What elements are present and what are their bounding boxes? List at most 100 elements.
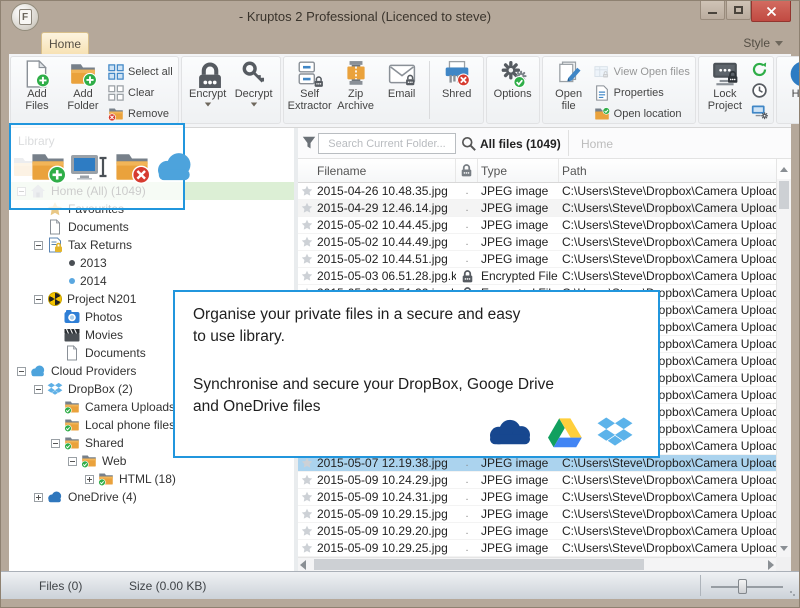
zoom-slider-track[interactable] (711, 586, 783, 588)
table-row[interactable]: 2015-05-03 06.51.28.jpg.k2pEncrypted Fil… (298, 268, 776, 285)
tree-item-tax-returns[interactable]: Tax Returns (9, 236, 294, 254)
row-star-cell[interactable] (298, 523, 314, 539)
expand-toggle-icon[interactable] (34, 295, 43, 304)
open-location-button[interactable]: Open location (592, 103, 692, 124)
table-row[interactable]: 2015-05-09 10.29.20.jpg.JPEG imageC:\Use… (298, 523, 776, 540)
table-row[interactable]: 2015-05-09 10.29.25.jpg.JPEG imageC:\Use… (298, 540, 776, 557)
select-all-icon (108, 64, 124, 80)
column-header-filename[interactable]: Filename (314, 159, 456, 182)
open-file-button[interactable]: Openfile (546, 59, 592, 112)
column-header-type[interactable]: Type (478, 159, 559, 182)
scroll-left-icon[interactable] (300, 560, 306, 570)
row-star-cell[interactable] (298, 200, 314, 216)
email-button[interactable]: Email (379, 59, 425, 100)
style-dropdown[interactable]: Style (743, 36, 783, 50)
expand-toggle-icon[interactable] (17, 367, 26, 376)
add-files-button[interactable]: AddFiles (14, 59, 60, 112)
star-row-icon[interactable] (301, 219, 313, 231)
clear-button[interactable]: Clear (106, 82, 175, 103)
self-extractor-button[interactable]: SelfExtractor (287, 59, 333, 112)
tree-item-2013[interactable]: 2013 (9, 254, 294, 272)
remove-button[interactable]: Remove (106, 103, 175, 124)
table-row[interactable]: 2015-05-02 10.44.51.jpg.JPEG imageC:\Use… (298, 251, 776, 268)
column-header-path[interactable]: Path (559, 159, 776, 182)
star-row-icon[interactable] (301, 253, 313, 265)
scroll-down-button[interactable] (777, 539, 791, 557)
row-star-cell[interactable] (298, 268, 314, 284)
expand-toggle-icon[interactable] (51, 439, 60, 448)
minimize-button[interactable] (700, 1, 725, 20)
table-row[interactable]: 2015-05-02 10.44.45.jpg.JPEG imageC:\Use… (298, 217, 776, 234)
row-star-cell[interactable] (298, 234, 314, 250)
lock-project-button[interactable]: LockProject (702, 59, 748, 112)
vertical-scroll-thumb[interactable] (779, 181, 789, 209)
options-button[interactable]: Options (490, 59, 536, 100)
title-bar: F - Kruptos 2 Professional (Licenced to … (1, 1, 799, 32)
column-header-lock[interactable] (456, 159, 478, 182)
tree-item-2014[interactable]: 2014 (9, 272, 294, 290)
row-type: JPEG image (478, 523, 559, 539)
row-star-cell[interactable] (298, 217, 314, 233)
star-row-icon[interactable] (301, 525, 313, 537)
scroll-right-icon[interactable] (768, 560, 774, 570)
star-row-icon[interactable] (301, 508, 313, 520)
row-star-cell[interactable] (298, 251, 314, 267)
star-row-icon[interactable] (301, 542, 313, 554)
expand-toggle-icon[interactable] (68, 457, 77, 466)
history-clock-button[interactable] (750, 82, 770, 101)
vertical-scrollbar[interactable] (776, 159, 791, 557)
column-header-star[interactable] (298, 159, 314, 182)
horizontal-scroll-thumb[interactable] (314, 559, 644, 570)
folder-sync-icon (64, 399, 80, 415)
expand-toggle-icon[interactable] (85, 475, 94, 484)
tab-home[interactable]: Home (41, 32, 89, 54)
select-all-button[interactable]: Select all (106, 61, 175, 82)
star-row-icon[interactable] (301, 270, 313, 282)
row-star-cell[interactable] (298, 183, 314, 199)
expand-toggle-icon[interactable] (34, 493, 43, 502)
decrypt-icon (240, 60, 268, 88)
status-dot: . (465, 202, 468, 214)
close-button[interactable] (751, 1, 791, 22)
star-row-icon[interactable] (301, 185, 313, 197)
search-input[interactable] (318, 133, 456, 154)
filter-funnel-icon[interactable] (302, 135, 316, 151)
zoom-slider-thumb[interactable] (738, 579, 747, 594)
table-row[interactable]: 2015-05-02 10.44.49.jpg.JPEG imageC:\Use… (298, 234, 776, 251)
decrypt-button[interactable]: Decrypt (231, 59, 277, 107)
maximize-button[interactable] (726, 1, 751, 20)
star-row-icon[interactable] (301, 236, 313, 248)
properties-button[interactable]: Properties (592, 82, 692, 103)
search-icon[interactable] (461, 136, 476, 151)
star-row-icon[interactable] (301, 202, 313, 214)
tree-item-documents[interactable]: Documents (9, 218, 294, 236)
row-star-cell[interactable] (298, 540, 314, 556)
add-folder-button[interactable]: AddFolder (60, 59, 106, 112)
star-row-icon[interactable] (301, 491, 313, 503)
row-star-cell[interactable] (298, 506, 314, 522)
tree-item-onedrive-4[interactable]: OneDrive (4) (9, 488, 294, 506)
row-star-cell[interactable] (298, 489, 314, 505)
shred-button[interactable]: Shred (434, 59, 480, 100)
table-row[interactable]: 2015-04-29 12.46.14.jpg.JPEG imageC:\Use… (298, 200, 776, 217)
horizontal-scrollbar[interactable] (298, 557, 776, 571)
table-row[interactable]: 2015-04-26 10.48.35.jpg.JPEG imageC:\Use… (298, 183, 776, 200)
table-row[interactable]: 2015-05-09 10.29.15.jpg.JPEG imageC:\Use… (298, 506, 776, 523)
expand-toggle-icon[interactable] (34, 241, 43, 250)
help-button[interactable]: ?Help (780, 59, 800, 107)
view-open-files-button[interactable]: View Open files (592, 61, 692, 82)
star-row-icon[interactable] (301, 474, 313, 486)
scroll-up-button[interactable] (777, 159, 791, 179)
resize-grip[interactable] (789, 590, 796, 597)
star-row-icon[interactable] (301, 457, 313, 469)
tree-item-html-18[interactable]: HTML (18) (9, 470, 294, 488)
refresh-button[interactable] (750, 61, 770, 80)
row-star-cell[interactable] (298, 472, 314, 488)
screen-settings-button[interactable] (750, 103, 770, 122)
table-row[interactable]: 2015-05-09 10.24.31.jpg.JPEG imageC:\Use… (298, 489, 776, 506)
app-menu-button[interactable]: F (11, 3, 39, 31)
expand-toggle-icon[interactable] (34, 385, 43, 394)
zip-archive-button[interactable]: ZipArchive (333, 59, 379, 112)
encrypt-button[interactable]: Encrypt (185, 59, 231, 107)
table-row[interactable]: 2015-05-09 10.24.29.jpg.JPEG imageC:\Use… (298, 472, 776, 489)
